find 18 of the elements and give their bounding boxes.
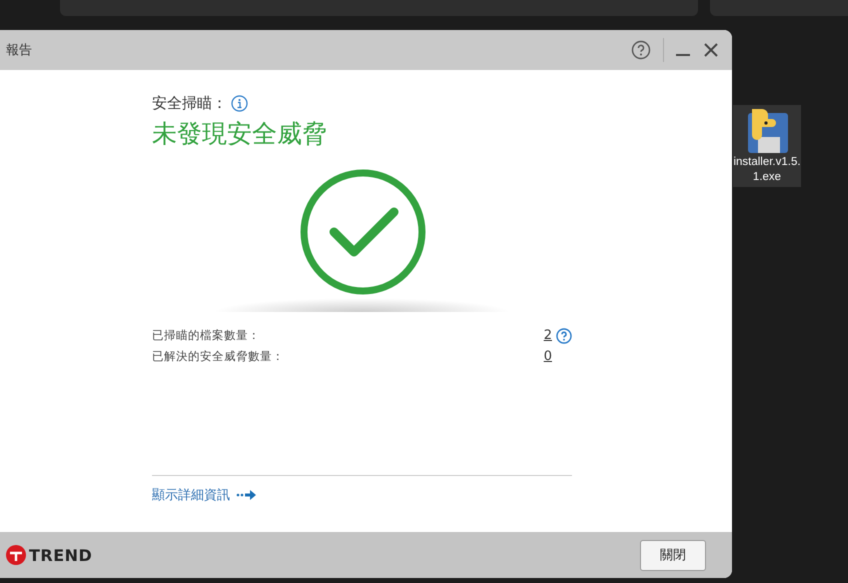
close-button[interactable]: 關閉 bbox=[640, 540, 706, 570]
help-icon[interactable] bbox=[631, 40, 651, 60]
scan-result: 未發現安全威脅 bbox=[152, 118, 328, 150]
stat-label: 已掃瞄的檔案數量： bbox=[152, 328, 261, 343]
checkmark-icon bbox=[299, 168, 427, 296]
stat-value-link[interactable]: 2 bbox=[544, 328, 552, 343]
window-title: 報告 bbox=[6, 42, 33, 59]
show-details-link[interactable]: 顯示詳細資訊 bbox=[152, 486, 572, 504]
file-name: installer.v1.5.1.exe bbox=[733, 155, 801, 185]
close-icon[interactable] bbox=[704, 43, 718, 57]
stat-value-link[interactable]: 0 bbox=[544, 349, 552, 364]
scan-label: 安全掃瞄： bbox=[152, 94, 227, 113]
info-icon[interactable] bbox=[231, 95, 248, 112]
brand-logo: TREND bbox=[29, 546, 92, 564]
arrow-icon bbox=[236, 489, 256, 501]
stat-label: 已解決的安全威脅數量： bbox=[152, 349, 285, 364]
help-icon[interactable] bbox=[556, 328, 572, 344]
logo-icon bbox=[6, 545, 26, 565]
